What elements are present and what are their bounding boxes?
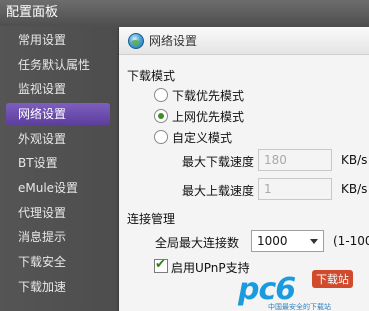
max-connections-hint: (1-100 bbox=[333, 234, 369, 248]
panel-title: 网络设置 bbox=[149, 34, 198, 48]
sidebar-item-emule-settings[interactable]: eMule设置 bbox=[6, 177, 110, 199]
max-download-unit: KB/s bbox=[341, 153, 368, 167]
sidebar-item-task-defaults[interactable]: 任务默认属性 bbox=[6, 54, 110, 76]
radio-download-priority[interactable] bbox=[154, 88, 168, 102]
globe-icon bbox=[128, 33, 144, 49]
panel-header: 网络设置 bbox=[119, 27, 369, 55]
config-window: 配置面板 常用设置 任务默认属性 监视设置 网络设置 外观设置 BT设置 eMu… bbox=[0, 0, 369, 311]
max-upload-label: 最大上载速度 bbox=[182, 184, 255, 198]
sidebar-item-network-settings[interactable]: 网络设置 bbox=[6, 103, 110, 125]
connection-title: 连接管理 bbox=[127, 212, 176, 226]
download-mode-title: 下载模式 bbox=[127, 69, 176, 83]
sidebar-item-message-notify[interactable]: 消息提示 bbox=[6, 226, 110, 248]
sidebar-item-bt-settings[interactable]: BT设置 bbox=[6, 152, 110, 174]
radio-browse-priority[interactable] bbox=[154, 109, 168, 123]
max-connections-label: 全局最大连接数 bbox=[155, 236, 240, 250]
pc6-watermark: pc6 下载站 中国最安全的下载站 bbox=[238, 268, 369, 311]
upnp-checkbox[interactable] bbox=[154, 257, 168, 273]
radio-label-browse-priority: 上网优先模式 bbox=[172, 110, 245, 124]
max-connections-value: 1000 bbox=[257, 234, 288, 248]
radio-label-custom-mode: 自定义模式 bbox=[172, 131, 233, 145]
chevron-down-icon bbox=[310, 239, 318, 244]
max-download-label: 最大下载速度 bbox=[182, 155, 255, 169]
window-title: 配置面板 bbox=[6, 5, 59, 20]
sidebar-item-appearance-settings[interactable]: 外观设置 bbox=[6, 128, 110, 150]
sidebar-item-monitor-settings[interactable]: 监视设置 bbox=[6, 78, 110, 100]
watermark-badge: 下载站 bbox=[312, 270, 353, 288]
sidebar-item-proxy-settings[interactable]: 代理设置 bbox=[6, 202, 110, 224]
sidebar-item-common-settings[interactable]: 常用设置 bbox=[6, 29, 110, 51]
max-upload-input[interactable]: 1 bbox=[258, 178, 332, 200]
max-download-input[interactable]: 180 bbox=[258, 149, 332, 171]
max-upload-unit: KB/s bbox=[341, 182, 368, 196]
sidebar-item-download-security[interactable]: 下载安全 bbox=[6, 251, 110, 273]
sidebar: 常用设置 任务默认属性 监视设置 网络设置 外观设置 BT设置 eMule设置 … bbox=[0, 26, 116, 311]
radio-label-download-priority: 下载优先模式 bbox=[172, 89, 245, 103]
sidebar-item-download-acceleration[interactable]: 下载加速 bbox=[6, 276, 110, 298]
watermark-subtitle: 中国最安全的下载站 bbox=[268, 303, 331, 311]
radio-custom-mode[interactable] bbox=[154, 130, 168, 144]
max-connections-select[interactable]: 1000 bbox=[251, 230, 324, 252]
